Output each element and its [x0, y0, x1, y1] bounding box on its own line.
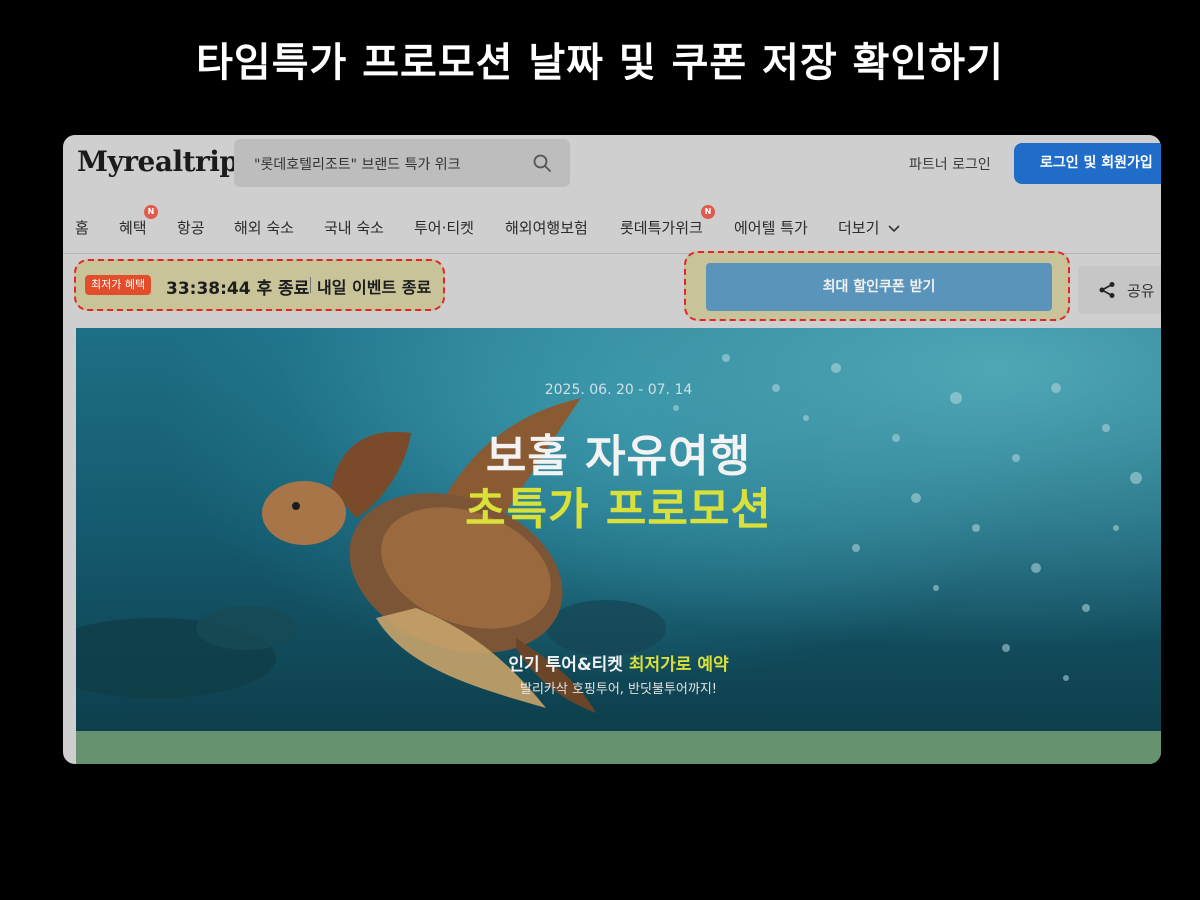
partner-login-link[interactable]: 파트너 로그인: [909, 154, 991, 174]
nav-item-home[interactable]: 홈: [75, 217, 89, 238]
search-icon[interactable]: [532, 153, 552, 173]
login-signup-button[interactable]: 로그인 및 회원가입: [1014, 143, 1161, 184]
nav-label: 항공: [177, 219, 205, 237]
page-headline: 타임특가 프로모션 날짜 및 쿠폰 저장 확인하기: [196, 40, 1004, 86]
banner-bottom-strip: [76, 731, 1161, 764]
myrealtrip-logo[interactable]: Myrealtrip: [77, 145, 239, 178]
nav-item-tour-ticket[interactable]: 투어·티켓: [414, 217, 474, 238]
share-icon: [1099, 282, 1115, 298]
nav-item-travel-insurance[interactable]: 해외여행보험: [505, 217, 588, 238]
new-badge: N: [701, 205, 715, 219]
promo-tagline: 인기 투어&티켓 최저가로 예약: [76, 650, 1161, 675]
promo-tagline-text: 인기 투어&티켓: [508, 655, 629, 675]
nav-label: 홈: [75, 219, 89, 237]
nav-label: 에어텔 특가: [734, 219, 808, 237]
nav-label: 해외여행보험: [505, 219, 588, 237]
share-button[interactable]: 공유: [1078, 266, 1161, 314]
lowest-price-badge: 최저가 혜택: [85, 275, 152, 295]
nav-label: 해외 숙소: [234, 219, 294, 237]
nav-item-airtel[interactable]: 에어텔 특가: [734, 217, 808, 238]
countdown-text: 33:38:44 후 종료: [166, 279, 310, 299]
search-input[interactable]: "롯데호텔리조트" 브랜드 특가 위크: [254, 154, 461, 174]
nav-item-benefits[interactable]: 혜택 N: [119, 205, 158, 238]
promo-banner[interactable]: 2025. 06. 20 - 07. 14 보홀 자유여행 초특가 프로모션 인…: [76, 328, 1161, 731]
nav-label: 더보기: [838, 219, 880, 237]
nav-label: 국내 숙소: [324, 219, 384, 237]
nav-item-overseas-stay[interactable]: 해외 숙소: [234, 217, 294, 238]
chevron-down-icon: [888, 224, 900, 232]
search-bar[interactable]: "롯데호텔리조트" 브랜드 특가 위크: [234, 139, 570, 187]
nav-label: 투어·티켓: [414, 219, 474, 237]
promo-date: 2025. 06. 20 - 07. 14: [544, 382, 693, 398]
site-header: Myrealtrip "롯데호텔리조트" 브랜드 특가 위크 파트너 로그인 로…: [63, 135, 1161, 193]
event-end-text: 내일 이벤트 종료: [317, 278, 432, 297]
promo-subtitle: 초특가 프로모션: [465, 484, 772, 535]
main-nav: 홈 혜택 N 항공 해외 숙소 국내 숙소 투어·티켓 해외여행보험 롯데특가위크…: [63, 205, 1161, 251]
nav-label: 롯데특가위크: [620, 219, 703, 237]
share-label: 공유: [1127, 282, 1155, 300]
timer-highlight-box: 최저가 혜택 33:38:44 후 종료 내일 이벤트 종료: [74, 259, 445, 311]
get-coupon-button[interactable]: 최대 할인쿠폰 받기: [706, 263, 1052, 311]
nav-item-more[interactable]: 더보기: [838, 217, 900, 238]
coupon-highlight-box: 최대 할인쿠폰 받기: [684, 251, 1070, 321]
browser-screenshot: Myrealtrip "롯데호텔리조트" 브랜드 특가 위크 파트너 로그인 로…: [63, 135, 1161, 764]
new-badge: N: [144, 205, 158, 219]
nav-item-domestic-stay[interactable]: 국내 숙소: [324, 217, 384, 238]
timer-divider: [310, 277, 311, 293]
nav-label: 혜택: [119, 219, 147, 237]
promo-description: 발리카삭 호핑투어, 반딧불투어까지!: [519, 682, 717, 697]
nav-item-flights[interactable]: 항공: [177, 217, 205, 238]
nav-item-lotte-week[interactable]: 롯데특가위크 N: [620, 205, 715, 238]
promo-tagline-highlight: 최저가로 예약: [628, 655, 729, 675]
